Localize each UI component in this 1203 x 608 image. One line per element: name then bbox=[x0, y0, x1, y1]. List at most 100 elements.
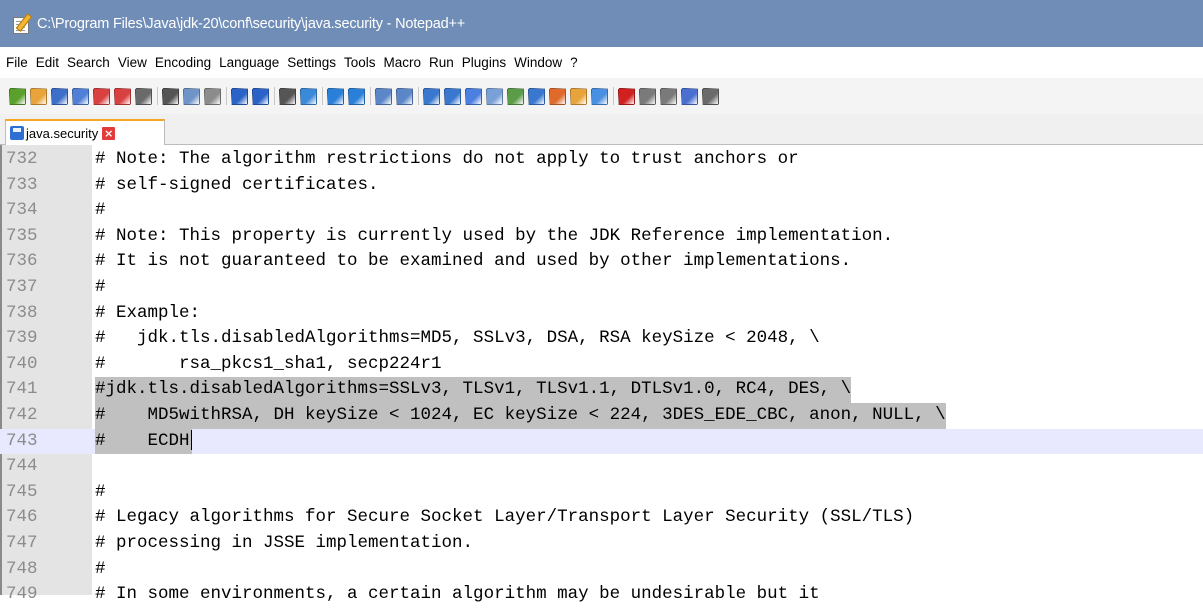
tab-label: java.security bbox=[26, 125, 99, 141]
title-bar: C:\Program Files\Java\jdk-20\conf\securi… bbox=[0, 0, 1203, 47]
show-all-chars-icon[interactable] bbox=[444, 87, 461, 105]
line-text[interactable]: # self-signed certificates. bbox=[95, 173, 379, 199]
print-icon[interactable] bbox=[135, 87, 152, 105]
save-icon bbox=[10, 126, 24, 140]
open-file-icon[interactable] bbox=[30, 87, 47, 105]
editor-line[interactable]: 735 # Note: This property is currently us… bbox=[0, 224, 1203, 250]
replace-icon[interactable] bbox=[300, 87, 317, 105]
close-icon[interactable] bbox=[93, 87, 110, 105]
line-number: 747 bbox=[6, 532, 38, 553]
doc-map-icon[interactable] bbox=[507, 87, 524, 105]
menu-language[interactable]: Language bbox=[215, 47, 283, 78]
line-text[interactable]: # processing in JSSE implementation. bbox=[95, 531, 473, 557]
line-number: 744 bbox=[6, 456, 38, 477]
menu-file[interactable]: File bbox=[2, 47, 32, 78]
monitoring-icon[interactable] bbox=[591, 87, 608, 105]
toolbar-separator bbox=[418, 87, 419, 105]
cut-icon[interactable] bbox=[162, 87, 179, 105]
editor-line[interactable]: 743 # ECDH bbox=[0, 428, 1203, 455]
run-macro-multiple-icon[interactable] bbox=[681, 87, 698, 105]
line-text[interactable]: # bbox=[95, 275, 106, 301]
line-text[interactable]: # jdk.tls.disabledAlgorithms=MD5, SSLv3,… bbox=[95, 326, 820, 352]
sync-horizontal-icon[interactable] bbox=[396, 87, 413, 105]
editor-line[interactable]: 745 # bbox=[0, 480, 1203, 506]
window-title: C:\Program Files\Java\jdk-20\conf\securi… bbox=[37, 15, 466, 32]
line-text[interactable]: # bbox=[95, 480, 106, 506]
paste-icon[interactable] bbox=[204, 87, 221, 105]
line-text[interactable]: # Legacy algorithms for Secure Socket La… bbox=[95, 505, 914, 531]
line-text[interactable]: # Example: bbox=[95, 301, 200, 327]
editor-line[interactable]: 741 #jdk.tls.disabledAlgorithms=SSLv3, TL… bbox=[0, 377, 1203, 403]
menu-macro[interactable]: Macro bbox=[380, 47, 426, 78]
editor-line[interactable]: 740 # rsa_pkcs1_sha1, secp224r1 bbox=[0, 352, 1203, 378]
line-number: 732 bbox=[6, 149, 38, 169]
menu-run[interactable]: Run bbox=[425, 47, 458, 78]
menu-search[interactable]: Search bbox=[63, 47, 114, 78]
menu-bar: File Edit Search View Encoding Language Settin… bbox=[0, 47, 1203, 78]
undo-icon[interactable] bbox=[231, 87, 248, 105]
zoom-out-icon[interactable] bbox=[348, 87, 365, 105]
editor-line[interactable]: 742 # MD5withRSA, DH keySize < 1024, EC k… bbox=[0, 402, 1203, 429]
editor[interactable]: 732 # Note: The algorithm restrictions do… bbox=[0, 145, 1203, 604]
menu-tools[interactable]: Tools bbox=[340, 47, 380, 78]
line-number: 736 bbox=[6, 251, 38, 272]
save-all-icon[interactable] bbox=[72, 87, 89, 105]
editor-line[interactable]: 739 # jdk.tls.disabledAlgorithms=MD5, SSL… bbox=[0, 326, 1203, 352]
editor-line[interactable]: 747 # processing in JSSE implementation. bbox=[0, 531, 1203, 557]
stop-macro-icon[interactable] bbox=[639, 87, 656, 105]
menu-view[interactable]: View bbox=[114, 47, 151, 78]
toolbar-separator bbox=[613, 87, 614, 105]
editor-line[interactable]: 746 # Legacy algorithms for Secure Socket… bbox=[0, 505, 1203, 531]
zoom-in-icon[interactable] bbox=[327, 87, 344, 105]
editor-line[interactable]: 738 # Example: bbox=[0, 301, 1203, 327]
folder-workspace-icon[interactable] bbox=[570, 87, 587, 105]
menu-edit[interactable]: Edit bbox=[32, 47, 63, 78]
word-wrap-icon[interactable] bbox=[423, 87, 440, 105]
menu-settings[interactable]: Settings bbox=[283, 47, 340, 78]
editor-line[interactable]: 744 bbox=[0, 454, 1203, 480]
line-number: 746 bbox=[6, 507, 38, 528]
save-icon[interactable] bbox=[51, 87, 68, 105]
redo-icon[interactable] bbox=[252, 87, 269, 105]
function-list-icon[interactable] bbox=[549, 87, 566, 105]
line-text[interactable]: #jdk.tls.disabledAlgorithms=SSLv3, TLSv1… bbox=[95, 377, 852, 403]
editor-line[interactable]: 737 # bbox=[0, 275, 1203, 301]
line-number: 738 bbox=[6, 302, 38, 323]
close-icon[interactable]: × bbox=[102, 126, 116, 140]
sync-vertical-icon[interactable] bbox=[375, 87, 392, 105]
editor-line[interactable]: 733 # self-signed certificates. bbox=[0, 173, 1203, 199]
record-macro-icon[interactable] bbox=[618, 87, 635, 105]
line-text[interactable]: # Note: This property is currently used … bbox=[95, 224, 893, 250]
editor-line[interactable]: 732 # Note: The algorithm restrictions do… bbox=[0, 147, 1203, 173]
new-file-icon[interactable] bbox=[9, 87, 26, 105]
line-text[interactable]: # Note: The algorithm restrictions do no… bbox=[95, 147, 799, 173]
menu-plugins[interactable]: Plugins bbox=[458, 47, 510, 78]
doc-list-icon[interactable] bbox=[528, 87, 545, 105]
notepad-plus-plus-icon bbox=[11, 12, 33, 34]
menu-window[interactable]: Window bbox=[510, 47, 566, 78]
toolbar bbox=[0, 78, 1203, 114]
udl-icon[interactable] bbox=[486, 87, 503, 105]
line-text[interactable]: # ECDH bbox=[95, 428, 192, 455]
tab-java-security[interactable]: java.security × bbox=[5, 119, 165, 145]
line-text[interactable]: # MD5withRSA, DH keySize < 1024, EC keyS… bbox=[95, 402, 946, 429]
line-text[interactable]: # It is not guaranteed to be examined an… bbox=[95, 249, 851, 275]
close-all-icon[interactable] bbox=[114, 87, 131, 105]
play-macro-icon[interactable] bbox=[660, 87, 677, 105]
toolbar-separator bbox=[370, 87, 371, 105]
save-macro-icon[interactable] bbox=[702, 87, 719, 105]
editor-line[interactable]: 748 # bbox=[0, 557, 1203, 583]
line-text[interactable]: # bbox=[95, 198, 106, 224]
copy-icon[interactable] bbox=[183, 87, 200, 105]
line-text[interactable]: # rsa_pkcs1_sha1, secp224r1 bbox=[95, 352, 442, 378]
editor-lines: 732 # Note: The algorithm restrictions do… bbox=[0, 147, 1203, 608]
editor-line[interactable]: 736 # It is not guaranteed to be examined… bbox=[0, 249, 1203, 275]
menu-encoding[interactable]: Encoding bbox=[151, 47, 215, 78]
menu-help[interactable]: ? bbox=[566, 47, 582, 78]
editor-line[interactable]: 734 # bbox=[0, 198, 1203, 224]
tab-bar: java.security × bbox=[0, 114, 1203, 145]
indent-guide-icon[interactable] bbox=[465, 87, 482, 105]
line-number: 748 bbox=[6, 558, 38, 579]
find-icon[interactable] bbox=[279, 87, 296, 105]
line-text[interactable]: # bbox=[95, 557, 106, 583]
